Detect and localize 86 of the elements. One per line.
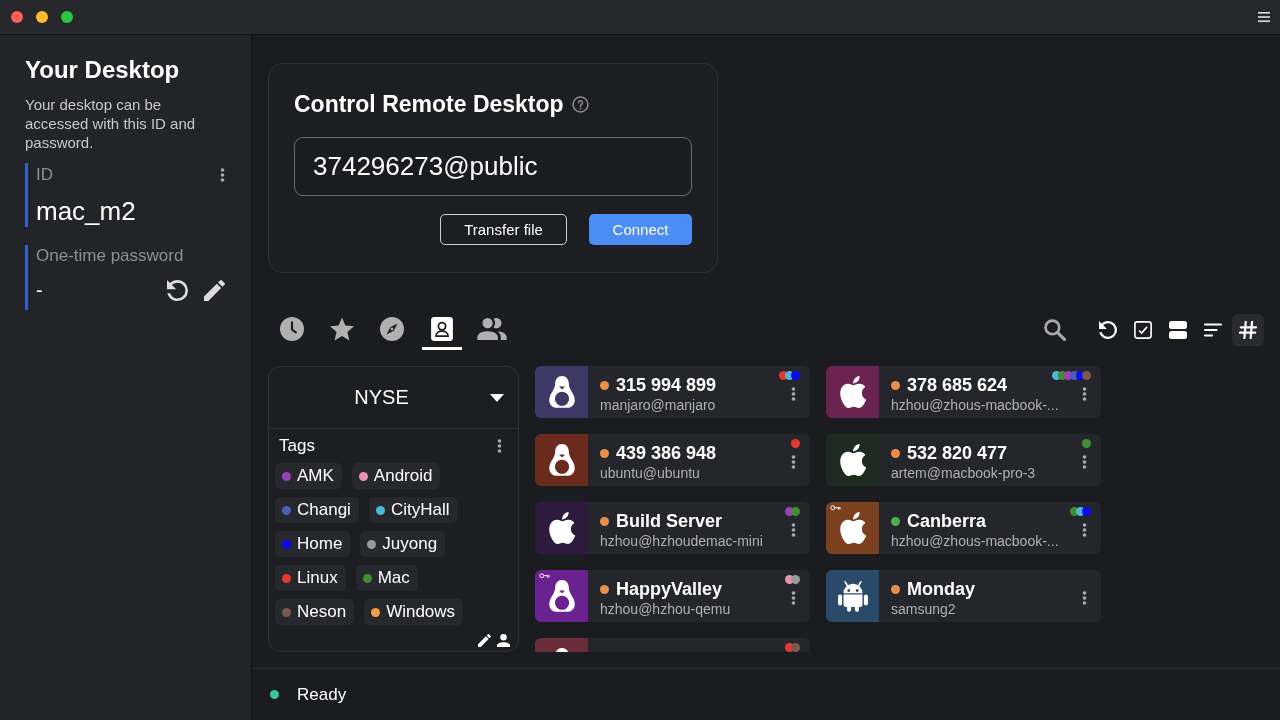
peer-title: 439 386 948: [616, 442, 717, 464]
more-icon[interactable]: [220, 167, 225, 183]
peer-title: 315 994 899: [616, 374, 717, 396]
peer-card[interactable]: 378 685 624 hzhou@zhous-macbook-...: [826, 366, 1101, 418]
peer-user-host: hzhou@hzhou-qemu: [600, 600, 732, 618]
card-title: Control Remote Desktop: [294, 90, 564, 118]
status-text: Ready: [297, 684, 347, 705]
peer-user-host: hzhou@zhous-macbook-...: [891, 396, 1060, 414]
penguin-icon: [546, 376, 577, 408]
peer-user-host: hzhou@hzhoudemac-mini: [600, 532, 764, 550]
more-icon[interactable]: [1082, 590, 1087, 606]
peer-card[interactable]: HappyValley hzhou@hzhou-qemu: [535, 570, 810, 622]
peer-title: Canberra: [907, 510, 987, 532]
checkbox-icon: [1134, 321, 1152, 339]
penguin-icon: [546, 580, 577, 612]
contact-card-icon: [430, 316, 454, 341]
sidebar-title: Your Desktop: [25, 55, 181, 85]
people-icon: [477, 317, 507, 340]
tag-chip[interactable]: Neson: [275, 599, 355, 625]
pencil-icon[interactable]: [478, 634, 491, 647]
apple-icon: [837, 376, 868, 408]
peer-card[interactable]: 439 386 948 ubuntu@ubuntu: [535, 434, 810, 486]
zoom-button[interactable]: [61, 11, 73, 23]
more-icon[interactable]: [497, 438, 502, 454]
address-book-dropdown[interactable]: NYSE: [269, 367, 518, 429]
more-icon[interactable]: [1082, 522, 1087, 538]
peer-user-host: samsung2: [891, 600, 957, 618]
pencil-icon[interactable]: [204, 279, 225, 301]
peer-title: Monday: [907, 578, 975, 600]
clock-icon: [280, 316, 304, 341]
id-value: mac_m2: [36, 195, 137, 228]
peer-card[interactable]: Build Server hzhou@hzhoudemac-mini: [535, 502, 810, 554]
peer-user-host: ubuntu@ubuntu: [600, 464, 701, 482]
star-icon: [330, 316, 354, 341]
person-icon[interactable]: [497, 634, 510, 647]
refresh-icon: [1099, 321, 1117, 339]
peer-title: 532 820 477: [907, 442, 1008, 464]
compass-icon: [380, 316, 404, 341]
peer-card[interactable]: 532 820 477 artem@macbook-pro-3: [826, 434, 1101, 486]
apple-icon: [837, 512, 868, 544]
tag-chip[interactable]: Android: [351, 463, 441, 489]
caret-icon: [490, 393, 504, 402]
more-icon[interactable]: [791, 590, 796, 606]
toolbar-button[interactable]: [1232, 314, 1264, 346]
more-icon[interactable]: [791, 522, 796, 538]
apple-icon: [837, 444, 868, 476]
tag-chip[interactable]: Home: [275, 531, 351, 557]
sidebar-description: Your desktop can be accessed with this ID and password.: [25, 95, 197, 152]
close-button[interactable]: [11, 11, 23, 23]
peer-user-host: hzhou@zhous-macbook-...: [891, 532, 1060, 550]
more-icon[interactable]: [791, 454, 796, 470]
more-icon[interactable]: [1082, 386, 1087, 402]
search-icon: [1044, 319, 1066, 341]
peer-title: Build Server: [616, 510, 723, 532]
tag-chip[interactable]: Linux: [275, 565, 346, 591]
hash-icon: [1239, 321, 1257, 339]
stacked-rows-icon: [1169, 321, 1187, 339]
tag-chip[interactable]: Windows: [364, 599, 464, 625]
tag-chip[interactable]: CityHall: [368, 497, 458, 523]
peer-card[interactable]: 315 994 899 manjaro@manjaro: [535, 366, 810, 418]
tag-chip[interactable]: AMK: [275, 463, 342, 489]
peer-card[interactable]: Canberra hzhou@zhous-macbook-...: [826, 502, 1101, 554]
minimize-button[interactable]: [36, 11, 48, 23]
id-label: ID: [36, 164, 53, 186]
refresh-icon[interactable]: [167, 279, 188, 301]
peer-title: 378 685 624: [907, 374, 1008, 396]
peer-user-host: artem@macbook-pro-3: [891, 464, 1037, 482]
peer-user-host: manjaro@manjaro: [600, 396, 717, 414]
tag-chip[interactable]: Changi: [275, 497, 359, 523]
password-label: One-time password: [36, 245, 185, 267]
remote-id-input[interactable]: 374296273@public: [294, 137, 692, 196]
apple-icon: [546, 512, 577, 544]
more-icon[interactable]: [1082, 454, 1087, 470]
tag-chip[interactable]: Mac: [355, 565, 418, 591]
tag-chip[interactable]: Juyong: [360, 531, 446, 557]
menu-icon[interactable]: [1258, 12, 1270, 22]
transfer-file-button[interactable]: Transfer file: [440, 214, 567, 245]
peer-card[interactable]: Monday samsung2: [826, 570, 1101, 622]
help-icon[interactable]: [571, 95, 589, 113]
penguin-icon: [546, 444, 577, 476]
password-value: -: [36, 278, 44, 302]
android-robot-icon: [837, 580, 868, 612]
sort-icon: [1204, 321, 1222, 339]
peer-title: HappyValley: [616, 578, 723, 600]
tags-heading: Tags: [279, 436, 315, 456]
more-icon[interactable]: [791, 386, 796, 402]
